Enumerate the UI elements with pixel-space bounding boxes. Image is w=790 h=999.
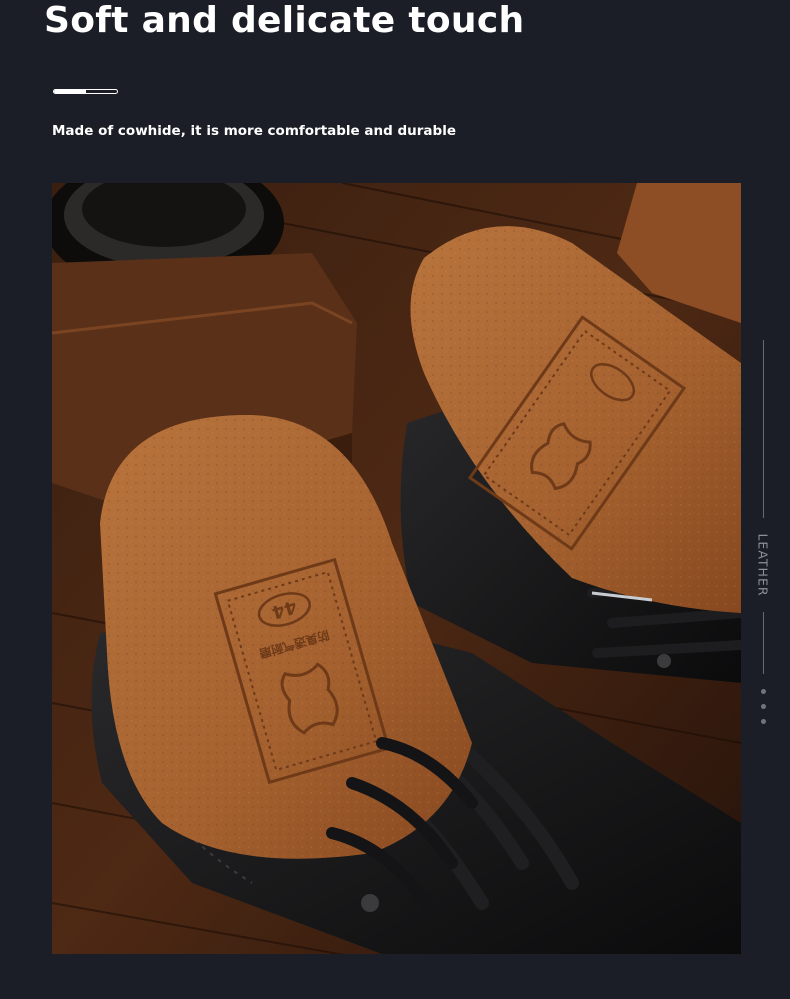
side-rail-bottom: [763, 612, 764, 674]
pager-dot: [761, 689, 766, 694]
page-title: Soft and delicate touch: [44, 0, 525, 41]
side-rail-top: [763, 340, 764, 518]
side-label: LEATHER: [755, 533, 771, 597]
page-subtitle: Made of cowhide, it is more comfortable …: [52, 123, 456, 139]
pager-dot: [761, 704, 766, 709]
product-photo: 44 防臭透气耐磨: [52, 183, 741, 954]
progress-fill: [54, 90, 86, 93]
progress-indicator: [53, 89, 118, 94]
pager-dot: [761, 719, 766, 724]
